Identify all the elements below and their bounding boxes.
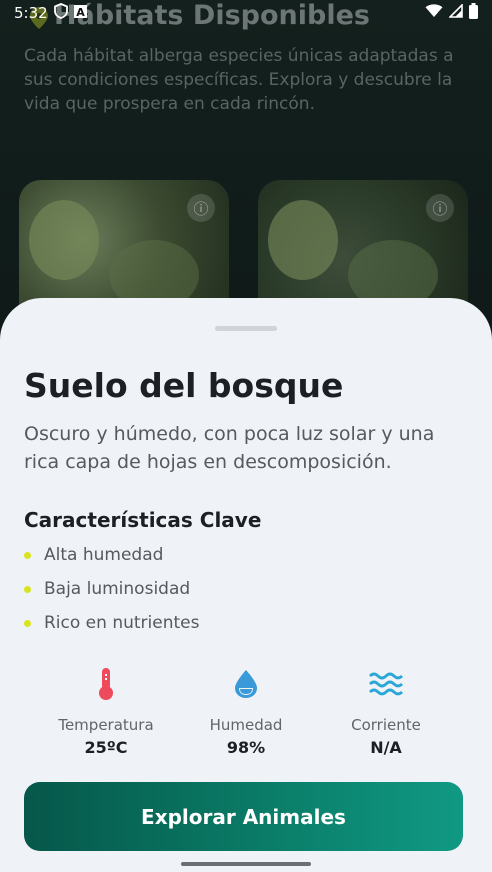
stat-value: 98% bbox=[226, 738, 266, 757]
status-bar: 5:32 A bbox=[0, 0, 492, 26]
key-features-title: Características Clave bbox=[24, 508, 262, 532]
shield-icon bbox=[53, 3, 68, 23]
habitats-description: Cada hábitat alberga especies únicas ada… bbox=[24, 46, 454, 114]
thermometer-icon bbox=[98, 666, 114, 702]
wifi-icon bbox=[425, 4, 443, 22]
habitat-title: Suelo del bosque bbox=[24, 366, 344, 405]
stat-humidity: Humedad 98% bbox=[180, 666, 312, 757]
a-letter-icon: A bbox=[73, 4, 87, 22]
gesture-nav-bar[interactable] bbox=[181, 862, 311, 866]
sheet-drag-handle[interactable] bbox=[215, 326, 277, 331]
battery-icon bbox=[469, 3, 478, 23]
svg-text:A: A bbox=[76, 6, 85, 18]
signal-icon bbox=[448, 3, 463, 22]
stat-label: Humedad bbox=[209, 716, 283, 734]
stat-label: Corriente bbox=[351, 716, 421, 734]
feature-item: Baja luminosidad bbox=[24, 572, 199, 606]
habitat-detail-sheet: Suelo del bosque Oscuro y húmedo, con po… bbox=[0, 298, 492, 872]
bullet-dot-icon bbox=[24, 551, 31, 559]
bullet-dot-icon bbox=[24, 585, 31, 593]
feature-item: Rico en nutrientes bbox=[24, 606, 199, 640]
habitat-description: Oscuro y húmedo, con poca luz solar y un… bbox=[24, 423, 435, 473]
bullet-dot-icon bbox=[24, 619, 31, 627]
habitat-stats: Temperatura 25ºC Humedad 98% Corriente N… bbox=[40, 666, 452, 757]
explore-animals-button[interactable]: Explorar Animales bbox=[24, 782, 463, 851]
stat-value: 25ºC bbox=[84, 738, 128, 757]
feature-item: Alta humedad bbox=[24, 538, 199, 572]
key-features-list: Alta humedad Baja luminosidad Rico en nu… bbox=[24, 538, 199, 640]
stat-label: Temperatura bbox=[58, 716, 154, 734]
waves-icon bbox=[369, 666, 403, 702]
status-time: 5:32 bbox=[14, 4, 48, 22]
water-drop-icon bbox=[233, 666, 259, 702]
info-icon[interactable]: ⓘ bbox=[187, 194, 215, 222]
stat-current: Corriente N/A bbox=[320, 666, 452, 757]
stat-temperature: Temperatura 25ºC bbox=[40, 666, 172, 757]
info-icon[interactable]: ⓘ bbox=[426, 194, 454, 222]
stat-value: N/A bbox=[370, 738, 402, 757]
